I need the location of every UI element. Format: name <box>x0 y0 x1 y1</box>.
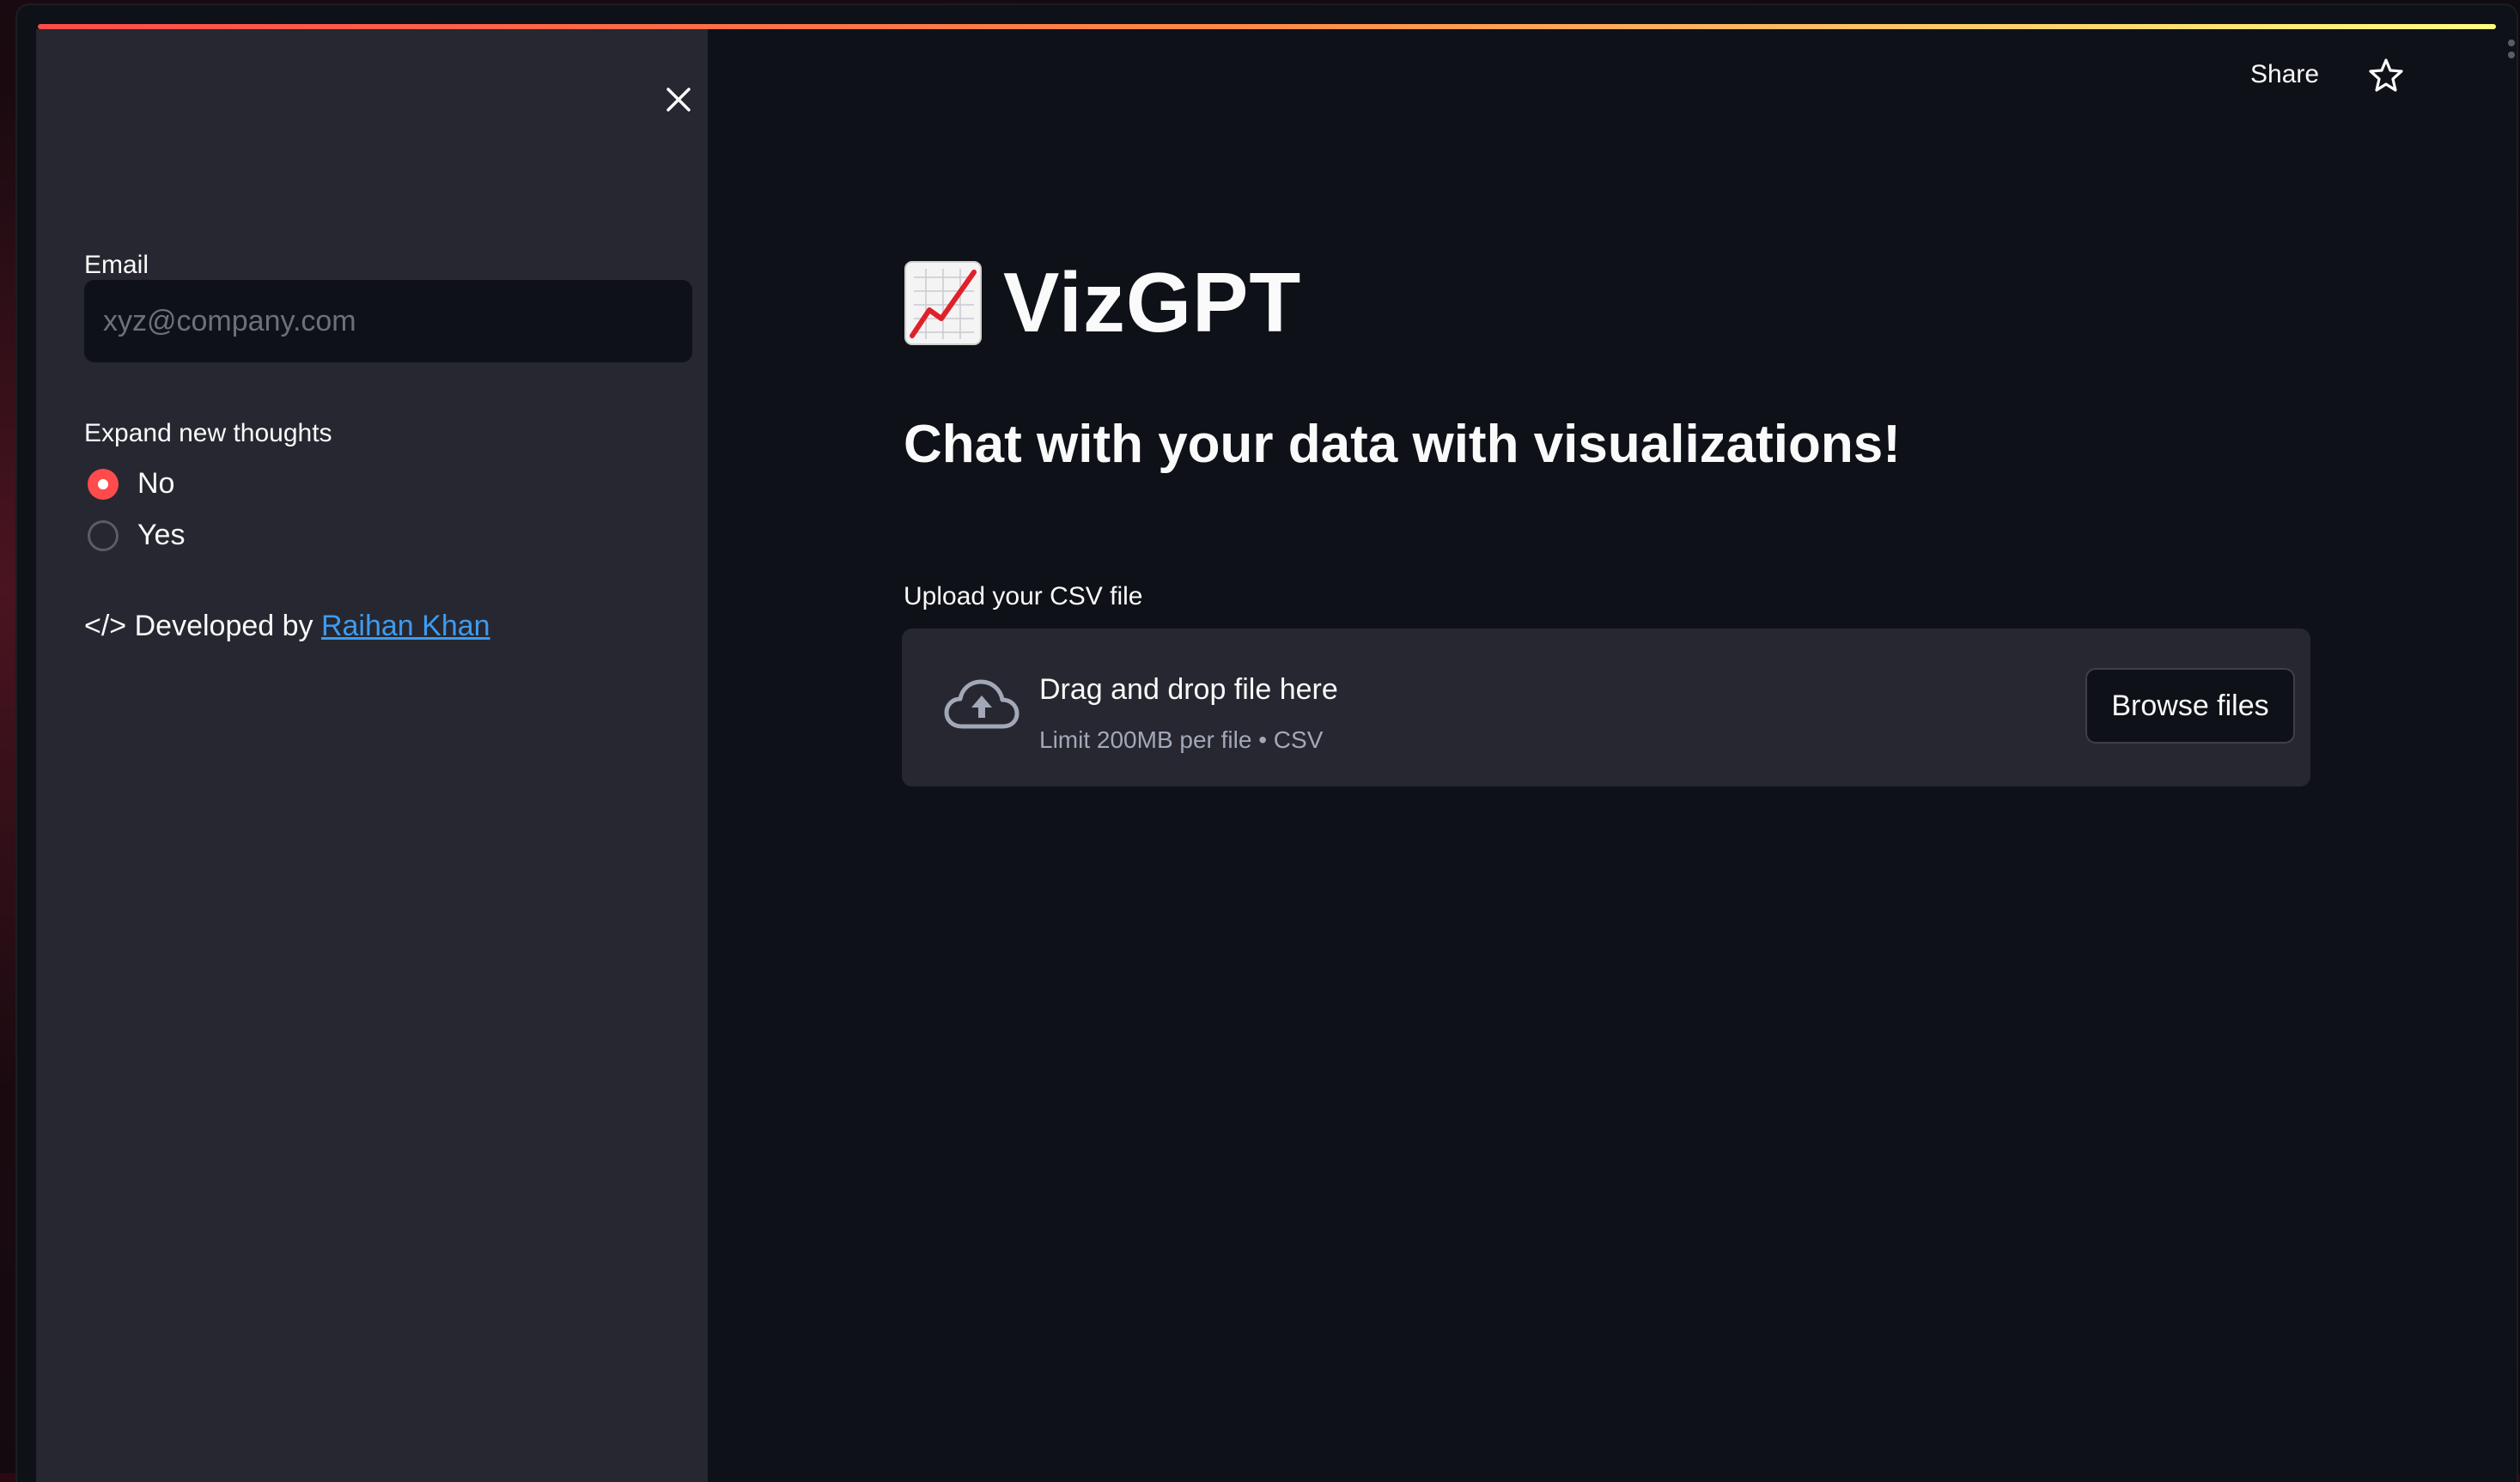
radio-unselected-indicator[interactable] <box>88 519 119 551</box>
radio-selected-indicator[interactable] <box>88 468 119 500</box>
star-icon[interactable] <box>2365 55 2407 96</box>
developer-credit: </> Developed by Raihan Khan <box>84 610 490 643</box>
upload-label: Upload your CSV file <box>904 582 1143 610</box>
radio-option-yes[interactable]: Yes <box>88 519 185 552</box>
cloud-upload-icon <box>944 679 1020 729</box>
email-label: Email <box>84 251 149 279</box>
sidebar: Email Expand new thoughts No Yes </> Dev… <box>36 29 708 1482</box>
share-button[interactable]: Share <box>2250 60 2319 89</box>
close-icon <box>667 88 691 112</box>
title-row: VizGPT <box>904 254 1301 351</box>
browse-files-button[interactable]: Browse files <box>2085 668 2295 744</box>
page-subtitle: Chat with your data with visualizations! <box>904 415 1901 474</box>
sidebar-close-button[interactable] <box>660 81 697 118</box>
dropzone-instructions: Drag and drop file here <box>1039 673 1338 706</box>
developer-link[interactable]: Raihan Khan <box>321 610 490 642</box>
radio-label-yes: Yes <box>137 519 186 551</box>
page-title: VizGPT <box>1003 255 1302 349</box>
radio-label-no: No <box>137 467 175 500</box>
dropzone-limit-text: Limit 200MB per file • CSV <box>1039 726 1324 753</box>
more-options-icon[interactable] <box>2506 38 2517 72</box>
expand-thoughts-label: Expand new thoughts <box>84 419 332 447</box>
developer-credit-prefix: </> Developed by <box>84 610 321 642</box>
file-dropzone[interactable]: Drag and drop file here Limit 200MB per … <box>902 629 2310 787</box>
email-field[interactable] <box>84 280 692 362</box>
radio-option-no[interactable]: No <box>88 467 174 501</box>
app-window: Email Expand new thoughts No Yes </> Dev… <box>17 5 2517 1482</box>
chart-increasing-icon <box>904 260 982 345</box>
